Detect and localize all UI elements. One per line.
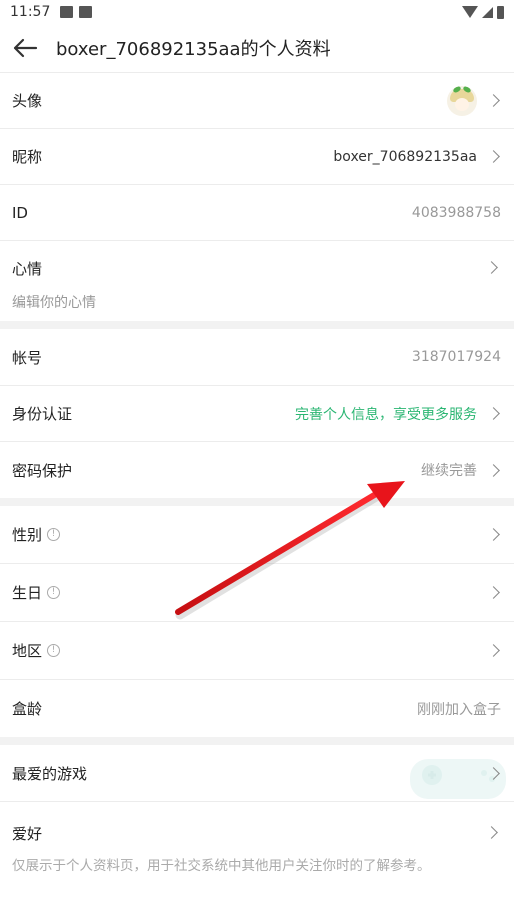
chevron-right-icon — [487, 150, 500, 163]
signal-icon — [482, 6, 493, 18]
box-age-row: 盒龄 刚刚加入盒子 — [0, 680, 514, 737]
password-row[interactable]: 密码保护 继续完善 — [0, 442, 514, 498]
hobby-description: 仅展示于个人资料页，用于社交系统中其他用户关注你时的了解参考。 — [12, 858, 431, 874]
box-age-value: 刚刚加入盒子 — [417, 701, 501, 718]
gallery-notification-icon — [60, 6, 74, 18]
info-icon[interactable]: ! — [47, 644, 61, 657]
info-icon[interactable]: ! — [47, 586, 61, 599]
account-value: 3187017924 — [411, 349, 501, 365]
chevron-right-icon — [485, 261, 498, 274]
hobby-label: 爱好 — [12, 825, 43, 843]
identity-label: 身份认证 — [12, 405, 73, 423]
hobby-row[interactable]: 爱好 仅展示于个人资料页，用于社交系统中其他用户关注你时的了解参考。 — [0, 802, 514, 894]
id-label: ID — [12, 203, 28, 222]
app-notification-icon — [79, 6, 93, 18]
gender-row[interactable]: 性别 ! — [0, 506, 514, 564]
section-divider — [0, 737, 514, 745]
password-value: 继续完善 — [421, 463, 477, 479]
nickname-row[interactable]: 昵称 boxer_706892135aa — [0, 129, 514, 185]
favorite-games-row[interactable]: 最爱的游戏 — [0, 745, 514, 802]
box-age-label: 盒龄 — [12, 700, 43, 718]
avatar — [447, 85, 477, 116]
nickname-label: 昵称 — [12, 148, 43, 166]
region-row[interactable]: 地区 ! — [0, 622, 514, 680]
section-divider — [0, 498, 514, 506]
id-value: 4083988758 — [411, 204, 501, 221]
avatar-label: 头像 — [12, 92, 43, 110]
account-label: 帐号 — [12, 348, 43, 367]
identity-value: 完善个人信息，享受更多服务 — [295, 406, 477, 423]
chevron-right-icon — [487, 94, 500, 107]
section-divider — [0, 321, 514, 329]
password-label: 密码保护 — [12, 461, 73, 480]
chevron-right-icon — [485, 826, 498, 839]
chevron-right-icon — [487, 586, 500, 599]
status-bar: 11:57 — [0, 0, 514, 24]
info-icon[interactable]: ! — [47, 528, 61, 541]
battery-icon — [497, 5, 504, 19]
avatar-row[interactable]: 头像 — [0, 72, 514, 129]
wifi-icon — [462, 6, 478, 18]
chevron-right-icon — [487, 766, 500, 780]
status-time: 11:57 — [10, 4, 51, 20]
mood-label: 心情 — [12, 260, 43, 278]
mood-placeholder: 编辑你的心情 — [12, 295, 96, 311]
favorite-games-label: 最爱的游戏 — [12, 764, 88, 783]
identity-row[interactable]: 身份认证 完善个人信息，享受更多服务 — [0, 386, 514, 442]
account-row: 帐号 3187017924 — [0, 329, 514, 386]
nickname-value: boxer_706892135aa — [333, 148, 477, 165]
gender-label: 性别 — [12, 526, 43, 544]
region-label: 地区 — [12, 642, 43, 660]
chevron-right-icon — [487, 528, 500, 541]
header: boxer_706892135aa的个人资料 — [0, 24, 514, 72]
birthday-label: 生日 — [12, 584, 43, 602]
mood-row[interactable]: 心情 编辑你的心情 — [0, 241, 514, 321]
chevron-right-icon — [487, 644, 500, 657]
chevron-right-icon — [487, 463, 500, 477]
chevron-right-icon — [487, 407, 500, 420]
back-arrow-icon[interactable] — [12, 35, 38, 61]
id-row: ID 4083988758 — [0, 185, 514, 241]
page-title: boxer_706892135aa的个人资料 — [56, 39, 331, 60]
birthday-row[interactable]: 生日 ! — [0, 564, 514, 622]
